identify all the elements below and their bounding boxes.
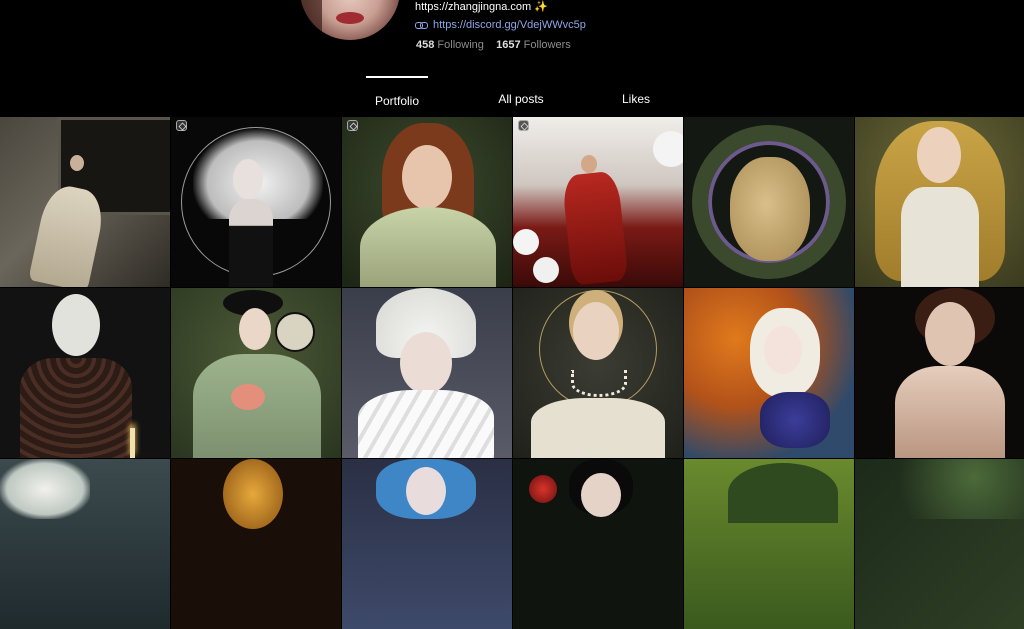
tab-likes[interactable]: Likes [616,76,656,117]
golden-mask [223,459,283,529]
gallery-item-17[interactable] [684,459,854,629]
discord-link[interactable]: https://discord.gg/VdejWWvc5p [415,19,586,31]
discord-url[interactable]: https://discord.gg/VdejWWvc5p [433,19,586,31]
peony-flower [231,384,265,410]
figure-head [917,127,961,183]
avatar[interactable] [300,0,400,40]
gallery-item-5[interactable] [684,117,854,287]
gallery-item-11[interactable] [684,288,854,458]
foliage [855,459,1024,519]
blue-bouquet [760,392,830,448]
gallery-item-16[interactable] [513,459,683,629]
red-flower [529,475,557,503]
gallery-item-4[interactable] [513,117,683,287]
figure-head [764,326,802,374]
following-label[interactable]: Following [437,39,483,51]
pearl-necklace [571,370,627,397]
collection-icon [176,120,187,131]
gallery-item-10[interactable] [513,288,683,458]
gallery-item-2[interactable] [171,117,341,287]
tab-all-posts[interactable]: All posts [495,76,547,117]
figure-head [581,473,621,517]
figure-head [406,467,446,515]
gallery-item-8[interactable] [171,288,341,458]
figure-head [581,155,597,173]
gallery-item-13[interactable] [0,459,170,629]
gallery-item-18[interactable] [855,459,1024,629]
profile-tabs: Portfolio All posts Likes [330,76,700,117]
white-dress [901,187,979,287]
white-flowers [0,459,90,519]
figure-head [402,145,452,209]
candle [130,428,135,458]
gallery-item-14[interactable] [171,459,341,629]
figure-head [400,332,452,394]
white-sphere [653,131,683,167]
figure-head [70,155,84,171]
following-count[interactable]: 458 [416,39,434,51]
collection-icon [518,120,529,131]
round-fan [275,312,315,352]
figure-head [573,302,619,360]
followers-count[interactable]: 1657 [496,39,520,51]
website-link[interactable]: https://zhangjingna.com ✨ [415,0,548,13]
collection-icon [347,120,358,131]
red-dress [561,170,629,286]
figure-gown [28,181,108,287]
curled-figure [730,157,810,261]
green-hair [728,463,838,523]
lace-dress [531,398,665,458]
portfolio-grid [0,117,1024,629]
figure-head [239,308,271,350]
gallery-item-3[interactable] [342,117,512,287]
figure-head [925,302,975,366]
white-sphere [533,257,559,283]
follow-counts: 458 Following 1657 Followers [416,39,571,51]
petal-gown [358,390,494,458]
gallery-item-7[interactable] [0,288,170,458]
gallery-item-15[interactable] [342,459,512,629]
gallery-item-9[interactable] [342,288,512,458]
braided-collar [20,358,132,458]
bare-back [895,366,1005,458]
link-icon [415,21,428,29]
followers-label[interactable]: Followers [524,39,571,51]
white-sphere [513,229,539,255]
avatar-hair [300,0,322,40]
figure-head [52,294,100,356]
gallery-item-12[interactable] [855,288,1024,458]
gallery-item-6[interactable] [855,117,1024,287]
figure-head [233,159,263,199]
profile-header: https://zhangjingna.com ✨ https://discor… [0,0,1024,117]
gallery-item-1[interactable] [0,117,170,287]
tab-portfolio[interactable]: Portfolio [366,76,428,119]
figure-body [229,199,273,287]
avatar-lips [336,12,364,24]
floral-dress [360,207,496,287]
